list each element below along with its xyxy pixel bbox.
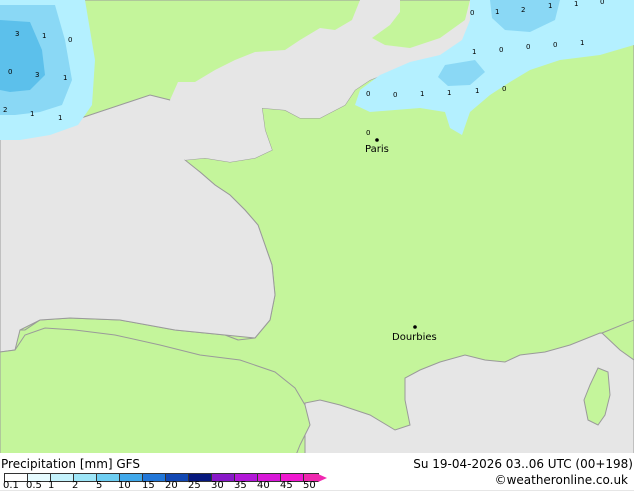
precip-value: 0	[526, 43, 530, 51]
precip-value: 0	[68, 36, 72, 44]
precip-value: 0	[393, 91, 397, 99]
precip-value: 1	[447, 89, 451, 97]
precip-value: 1	[58, 114, 62, 122]
precip-value: 1	[30, 110, 34, 118]
precip-value: 2	[521, 6, 525, 14]
city-dot-dourbies	[413, 325, 417, 329]
precip-value: 1	[420, 90, 424, 98]
precip-value: 1	[495, 8, 499, 16]
city-label-dourbies: Dourbies	[392, 332, 437, 343]
precip-value: 2	[3, 106, 7, 114]
precip-value: 1	[548, 2, 552, 10]
precip-value: 0	[8, 68, 12, 76]
precip-value: 0	[499, 46, 503, 54]
forecast-datetime: Su 19-04-2026 03..06 UTC (00+198)	[413, 457, 633, 471]
precip-value: 1	[574, 0, 578, 8]
precip-value: 1	[63, 74, 67, 82]
precip-value: 0	[502, 85, 506, 93]
precip-value: 1	[580, 39, 584, 47]
precip-value: 3	[35, 71, 39, 79]
precip-value: 0	[366, 90, 370, 98]
precip-value: 0	[366, 129, 370, 137]
precip-value: 0	[553, 41, 557, 49]
map-title: Precipitation [mm] GFS	[1, 457, 140, 471]
precip-value: 3	[15, 30, 19, 38]
credit-text: ©weatheronline.co.uk	[494, 473, 628, 487]
precip-value: 0	[600, 0, 604, 6]
precip-value: 1	[42, 32, 46, 40]
precip-value: 1	[475, 87, 479, 95]
scale-arrow	[318, 474, 327, 482]
precip-value: 1	[472, 48, 476, 56]
city-label-paris: Paris	[365, 144, 389, 155]
precipitation-map: Paris Dourbies 3 1 0 0 3 1 2 1 1 0 1 2 1…	[0, 0, 634, 470]
precip-value: 0	[470, 9, 474, 17]
city-dot-paris	[375, 138, 379, 142]
